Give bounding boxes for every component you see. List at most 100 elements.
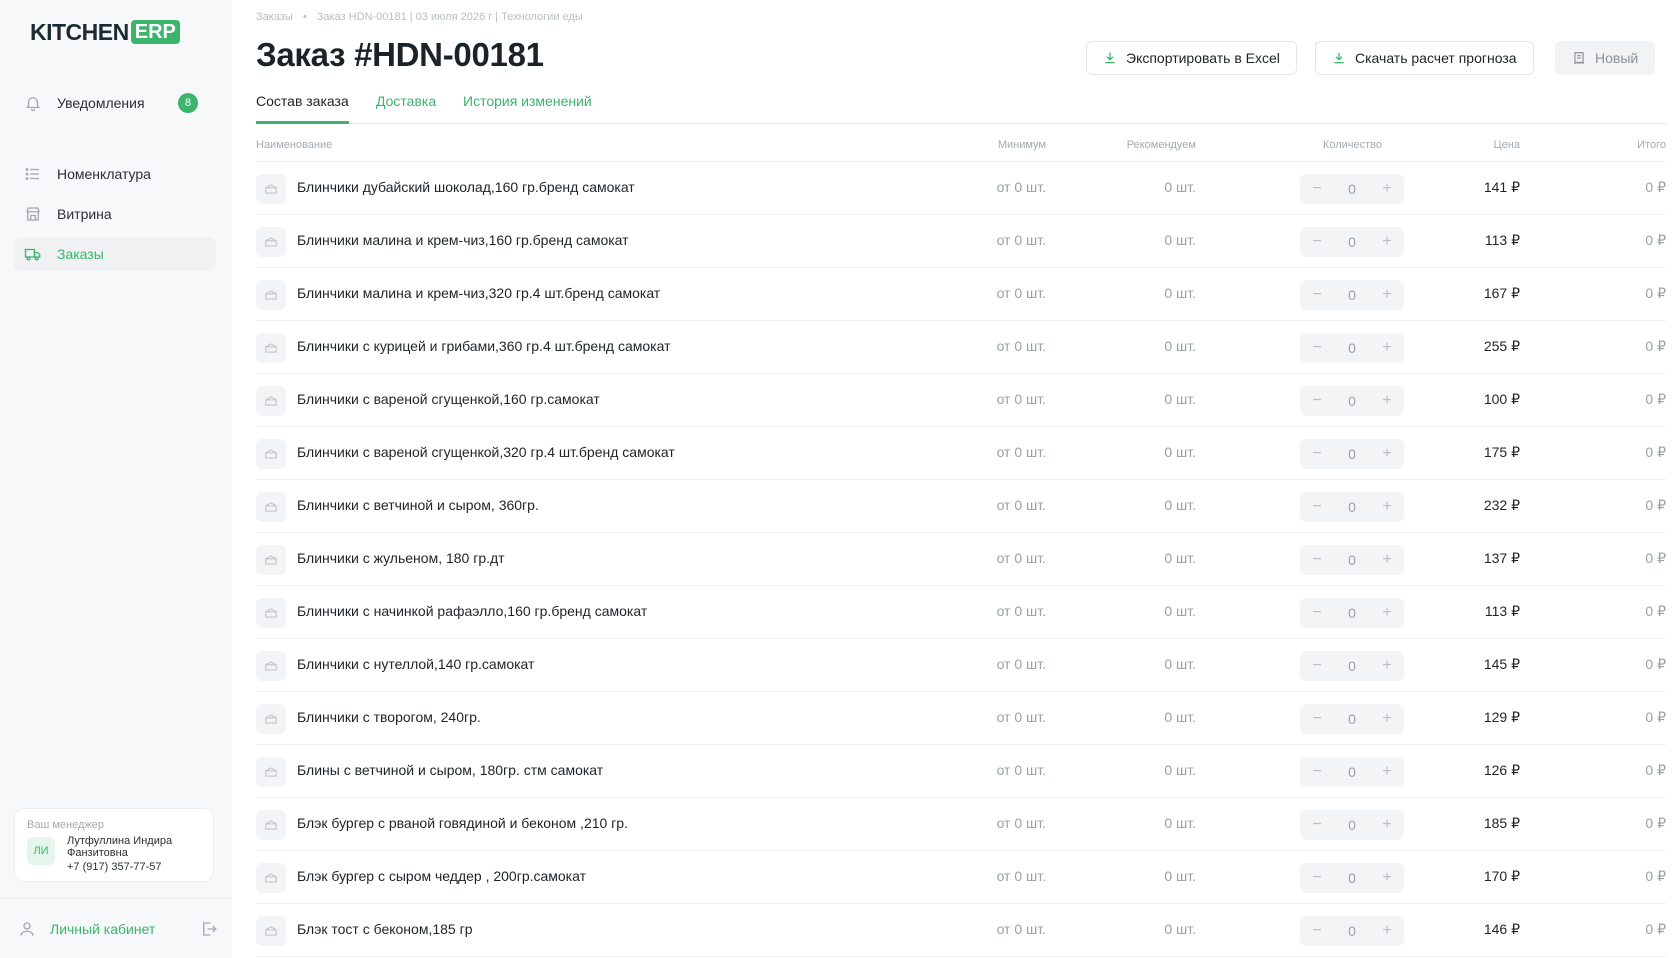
decrement-button[interactable]: − [1308, 657, 1326, 675]
product-image-placeholder-icon [256, 704, 286, 734]
personal-cabinet-link[interactable]: Личный кабинет [0, 898, 232, 958]
increment-button[interactable]: + [1378, 392, 1396, 410]
product-price: 113 ₽ [1484, 603, 1520, 619]
quantity-value[interactable]: 0 [1348, 764, 1356, 780]
increment-button[interactable]: + [1378, 551, 1396, 569]
column-header-total[interactable]: Итого [1637, 139, 1666, 151]
product-price: 175 ₽ [1483, 444, 1520, 460]
decrement-button[interactable]: − [1308, 180, 1326, 198]
quantity-value[interactable]: 0 [1348, 446, 1356, 462]
quantity-value[interactable]: 0 [1348, 711, 1356, 727]
increment-button[interactable]: + [1378, 710, 1396, 728]
decrement-button[interactable]: − [1308, 339, 1326, 357]
table-row: Блины с ветчиной и сыром, 180гр. стм сам… [256, 745, 1666, 798]
decrement-button[interactable]: − [1308, 922, 1326, 940]
product-price: 146 ₽ [1483, 921, 1520, 937]
recommended-quantity: 0 шт. [1164, 550, 1196, 566]
increment-button[interactable]: + [1378, 763, 1396, 781]
status-button[interactable]: Новый [1555, 41, 1656, 75]
quantity-value[interactable]: 0 [1348, 552, 1356, 568]
quantity-value[interactable]: 0 [1348, 181, 1356, 197]
logo[interactable]: KITCHEN ERP [30, 18, 180, 46]
increment-button[interactable]: + [1378, 233, 1396, 251]
decrement-button[interactable]: − [1308, 551, 1326, 569]
decrement-button[interactable]: − [1308, 286, 1326, 304]
min-quantity: от 0 шт. [996, 338, 1046, 354]
increment-button[interactable]: + [1378, 498, 1396, 516]
column-header-quantity[interactable]: Количество [1323, 139, 1382, 151]
quantity-value[interactable]: 0 [1348, 817, 1356, 833]
decrement-button[interactable]: − [1308, 445, 1326, 463]
quantity-value[interactable]: 0 [1348, 499, 1356, 515]
quantity-stepper: − 0 + [1300, 545, 1404, 575]
product-name: Блэк тост с беконом,185 гр [297, 921, 473, 937]
page-title: Заказ #HDN-00181 [256, 36, 544, 73]
tab-order-composition[interactable]: Состав заказа [256, 93, 349, 124]
decrement-button[interactable]: − [1308, 710, 1326, 728]
increment-button[interactable]: + [1378, 816, 1396, 834]
product-image-placeholder-icon [256, 439, 286, 469]
sidebar-item-notifications[interactable]: Уведомления 8 [14, 86, 216, 120]
quantity-value[interactable]: 0 [1348, 393, 1356, 409]
product-price: 100 ₽ [1483, 391, 1520, 407]
product-price: 185 ₽ [1483, 815, 1520, 831]
decrement-button[interactable]: − [1308, 233, 1326, 251]
decrement-button[interactable]: − [1308, 763, 1326, 781]
increment-button[interactable]: + [1378, 180, 1396, 198]
table-row: Блинчики с нутеллой,140 гр.самокат от 0 … [256, 639, 1666, 692]
sidebar-item-orders[interactable]: Заказы [14, 237, 216, 271]
decrement-button[interactable]: − [1308, 604, 1326, 622]
product-price: 129 ₽ [1483, 709, 1520, 725]
decrement-button[interactable]: − [1308, 392, 1326, 410]
increment-button[interactable]: + [1378, 604, 1396, 622]
min-quantity: от 0 шт. [996, 285, 1046, 301]
quantity-value[interactable]: 0 [1348, 923, 1356, 939]
tab-change-history[interactable]: История изменений [463, 93, 592, 124]
quantity-stepper: − 0 + [1300, 863, 1404, 893]
download-forecast-button[interactable]: Скачать расчет прогноза [1315, 41, 1534, 75]
quantity-value[interactable]: 0 [1348, 340, 1356, 356]
quantity-stepper: − 0 + [1300, 492, 1404, 522]
quantity-value[interactable]: 0 [1348, 605, 1356, 621]
avatar: ЛИ [27, 837, 55, 865]
column-header-min[interactable]: Минимум [998, 139, 1046, 151]
product-image-placeholder-icon [256, 280, 286, 310]
min-quantity: от 0 шт. [996, 656, 1046, 672]
quantity-stepper: − 0 + [1300, 280, 1404, 310]
logo-text: KITCHEN [30, 18, 129, 45]
decrement-button[interactable]: − [1308, 869, 1326, 887]
row-total: 0 ₽ [1645, 338, 1666, 354]
sidebar-item-nomenclature[interactable]: Номенклатура [14, 157, 216, 191]
breadcrumb: Заказы • Заказ HDN-00181 | 03 июля 2026 … [256, 11, 583, 23]
column-header-recommended[interactable]: Рекомендуем [1127, 139, 1196, 151]
increment-button[interactable]: + [1378, 869, 1396, 887]
increment-button[interactable]: + [1378, 445, 1396, 463]
quantity-value[interactable]: 0 [1348, 234, 1356, 250]
sidebar-item-label: Витрина [57, 206, 112, 222]
quantity-value[interactable]: 0 [1348, 658, 1356, 674]
column-header-price[interactable]: Цена [1494, 139, 1520, 151]
decrement-button[interactable]: − [1308, 498, 1326, 516]
product-name: Блины с ветчиной и сыром, 180гр. стм сам… [297, 762, 604, 778]
manager-caption: Ваш менеджер [27, 819, 104, 831]
sidebar-item-storefront[interactable]: Витрина [14, 197, 216, 231]
decrement-button[interactable]: − [1308, 816, 1326, 834]
row-total: 0 ₽ [1645, 444, 1666, 460]
product-image-placeholder-icon [256, 492, 286, 522]
column-header-name[interactable]: Наименование [256, 139, 332, 151]
increment-button[interactable]: + [1378, 922, 1396, 940]
increment-button[interactable]: + [1378, 286, 1396, 304]
increment-button[interactable]: + [1378, 339, 1396, 357]
quantity-stepper: − 0 + [1300, 916, 1404, 946]
product-name: Блинчики с жульеном, 180 гр.дт [297, 550, 505, 566]
export-excel-button[interactable]: Экспортировать в Excel [1086, 41, 1297, 75]
increment-button[interactable]: + [1378, 657, 1396, 675]
quantity-value[interactable]: 0 [1348, 287, 1356, 303]
quantity-value[interactable]: 0 [1348, 870, 1356, 886]
tab-delivery[interactable]: Доставка [376, 93, 436, 124]
recommended-quantity: 0 шт. [1164, 656, 1196, 672]
logout-icon[interactable] [200, 920, 218, 938]
breadcrumb-item-orders[interactable]: Заказы [256, 11, 293, 23]
row-total: 0 ₽ [1645, 285, 1666, 301]
recommended-quantity: 0 шт. [1164, 444, 1196, 460]
